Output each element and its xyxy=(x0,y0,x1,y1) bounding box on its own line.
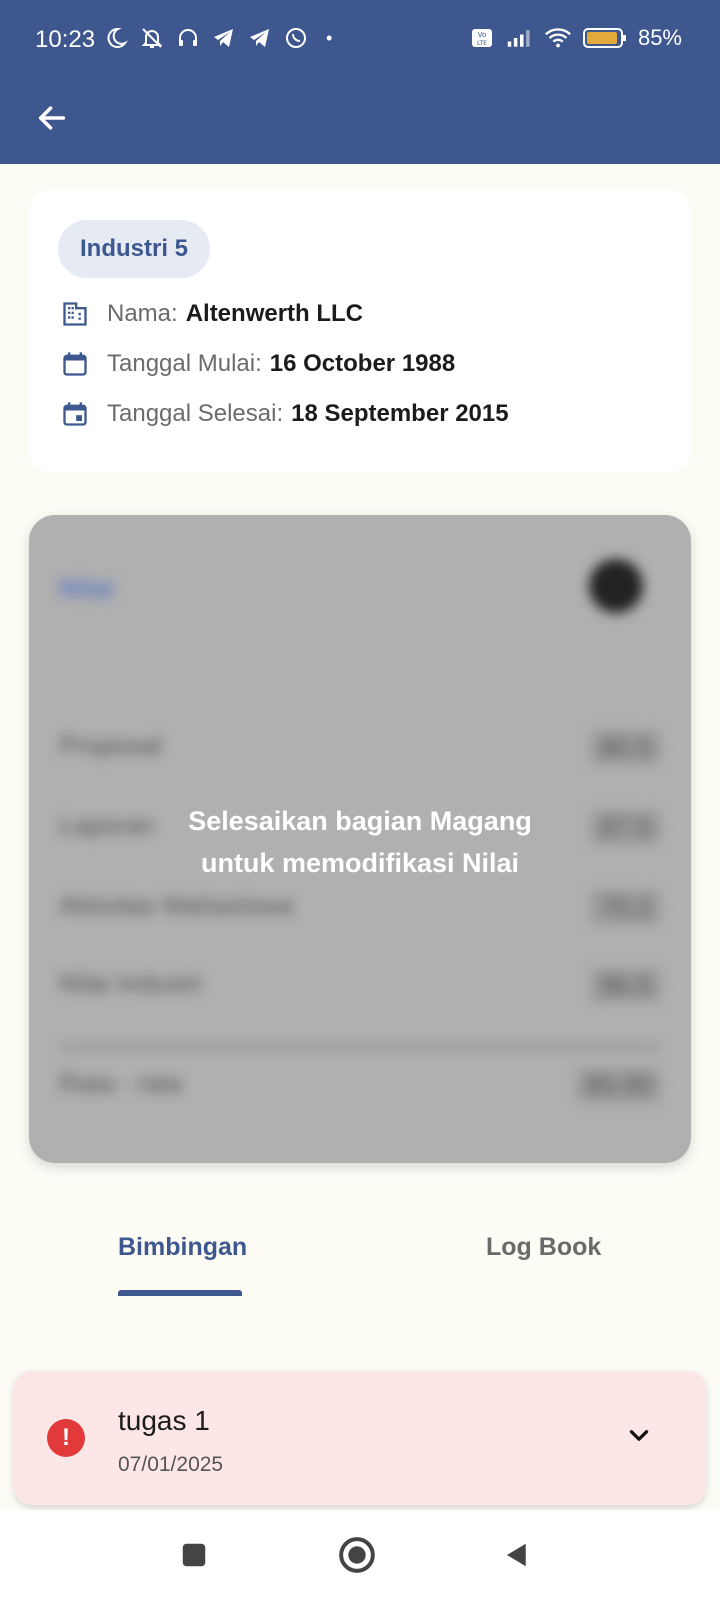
arrow-back-icon xyxy=(38,106,66,130)
status-time: 10:23 xyxy=(35,26,96,53)
nilai-row-label: Aktivitas Mahasiswa xyxy=(59,890,294,920)
square-icon xyxy=(182,1543,206,1567)
back-button[interactable] xyxy=(30,96,74,140)
volte-icon: Vo LTE xyxy=(468,24,496,52)
nilai-row: Aktivitas Mahasiswa 75.2 xyxy=(59,890,661,925)
tab-bimbingan[interactable]: Bimbingan xyxy=(118,1233,247,1262)
nilai-edit-icon xyxy=(589,559,643,613)
tanggal-mulai-label: Tanggal Mulai: xyxy=(107,350,262,377)
status-system-icons: Vo LTE 85% xyxy=(468,24,682,52)
triangle-back-icon xyxy=(507,1543,526,1567)
nilai-row-score: 96.5 xyxy=(590,968,661,1003)
tab-log-book[interactable]: Log Book xyxy=(486,1233,601,1262)
tanggal-selesai-value: 18 September 2015 xyxy=(291,400,509,427)
headphones-icon xyxy=(174,24,202,52)
internship-info-card: Industri 5 Nama: Altenwerth LLC Tanggal … xyxy=(29,190,691,472)
battery-percent: 85% xyxy=(637,25,682,50)
alert-icon: ! xyxy=(47,1419,85,1457)
tab-bar: Bimbingan Log Book xyxy=(0,1215,720,1296)
more-notifications-dot: • xyxy=(326,27,333,48)
nilai-card: Nilai Proposal 80.5 Laporan 87.5 Aktivit… xyxy=(29,515,691,1163)
nilai-row-label: Nilai Industri xyxy=(59,968,203,998)
event-icon xyxy=(59,398,91,430)
calendar-icon xyxy=(59,348,91,380)
nilai-locked-message: Selesaikan bagian Magang untuk memodifik… xyxy=(29,800,691,884)
nilai-row-label: Proposal xyxy=(59,730,162,760)
telegram-icon xyxy=(246,24,274,52)
tanggal-mulai-row: Tanggal Mulai: 16 October 1988 xyxy=(59,348,455,380)
nilai-row-score: 80.5 xyxy=(590,730,661,765)
locked-message-line2: untuk memodifikasi Nilai xyxy=(200,848,520,878)
svg-text:Vo: Vo xyxy=(478,31,487,39)
locked-message-line1: Selesaikan bagian Magang xyxy=(188,806,532,836)
whatsapp-icon xyxy=(282,24,310,52)
nilai-row: Proposal 80.5 xyxy=(59,730,661,765)
moon-icon xyxy=(102,24,130,52)
industry-chip: Industri 5 xyxy=(58,220,211,278)
nilai-title: Nilai xyxy=(59,573,114,603)
recents-button[interactable] xyxy=(174,1535,214,1575)
telegram-icon xyxy=(210,24,238,52)
tanggal-mulai-value: 16 October 1988 xyxy=(269,350,456,377)
wifi-icon xyxy=(544,24,572,52)
nama-label: Nama: xyxy=(107,300,178,327)
svg-text:LTE: LTE xyxy=(477,40,487,47)
status-bar: 10:23 • Vo LTE 85% xyxy=(0,0,720,82)
signal-icon xyxy=(506,24,534,52)
expand-button[interactable] xyxy=(624,1421,654,1451)
status-notification-icons: • xyxy=(102,24,332,52)
task-date: 07/01/2025 xyxy=(118,1453,224,1476)
tanggal-selesai-row: Tanggal Selesai: 18 September 2015 xyxy=(59,398,509,430)
nilai-average-score: 85.00 xyxy=(575,1068,661,1103)
system-navigation-bar xyxy=(0,1510,720,1600)
nilai-row: Nilai Industri 96.5 xyxy=(59,968,661,1003)
bell-off-icon xyxy=(138,24,166,52)
nama-row: Nama: Altenwerth LLC xyxy=(59,298,363,330)
building-icon xyxy=(59,298,91,330)
task-item[interactable]: ! tugas 1 07/01/2025 xyxy=(14,1371,706,1505)
home-button[interactable] xyxy=(337,1535,377,1575)
nilai-row-score: 75.2 xyxy=(590,890,661,925)
nama-value: Altenwerth LLC xyxy=(185,300,364,327)
circle-icon xyxy=(339,1537,375,1573)
chevron-down-icon xyxy=(629,1430,649,1441)
nilai-average-row: Rata - rata 85.00 xyxy=(59,1068,661,1103)
battery-icon xyxy=(582,24,628,52)
tanggal-selesai-label: Tanggal Selesai: xyxy=(107,400,284,427)
active-tab-indicator xyxy=(118,1290,242,1296)
nilai-divider xyxy=(59,1045,661,1049)
back-nav-button[interactable] xyxy=(497,1535,537,1575)
app-bar xyxy=(0,82,720,164)
nilai-average-label: Rata - rata xyxy=(59,1068,182,1098)
task-title: tugas 1 xyxy=(118,1405,210,1436)
